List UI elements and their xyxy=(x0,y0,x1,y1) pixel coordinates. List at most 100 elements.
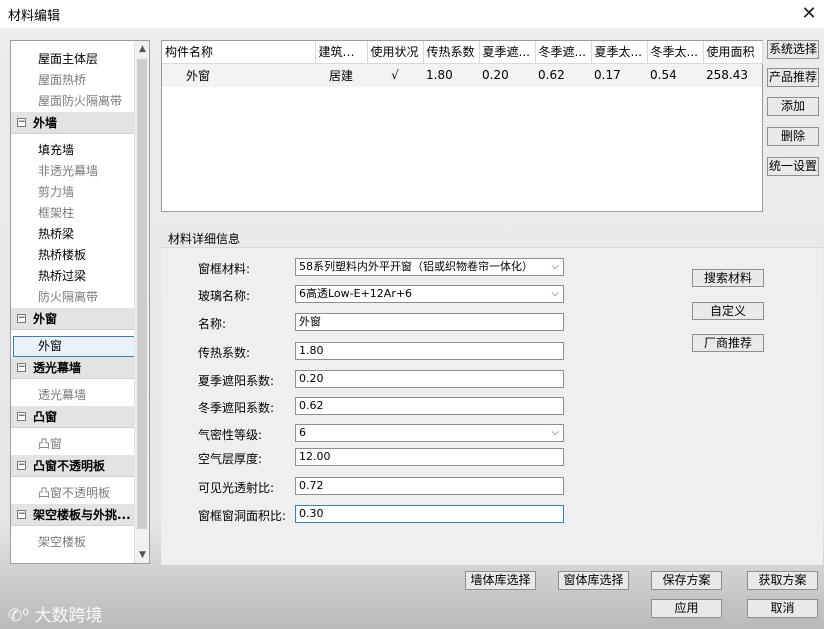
column-header[interactable]: 构件名称 xyxy=(162,41,316,64)
field-label: 名称: xyxy=(198,317,227,331)
heat-transfer-field[interactable]: 1.80 xyxy=(295,342,564,360)
tree-item[interactable]: 外窗 xyxy=(13,336,135,357)
table-cell: 258.43 xyxy=(703,63,762,87)
tree-group-label: 外墙 xyxy=(33,116,58,130)
tree-item[interactable]: 屋面防火隔离带 xyxy=(11,91,135,112)
tree-group[interactable]: − 架空楼板与外挑... xyxy=(11,504,135,526)
column-header[interactable]: 使用状况 xyxy=(367,41,424,64)
field-label: 可见光透射比: xyxy=(198,481,275,495)
save-plan-button[interactable]: 保存方案 xyxy=(651,571,722,590)
chevron-down-icon[interactable]: ⌵ xyxy=(551,286,559,302)
collapse-icon[interactable]: − xyxy=(17,412,26,421)
custom-button[interactable]: 自定义 xyxy=(692,302,764,320)
field-label: 气密性等级: xyxy=(198,428,263,442)
scroll-down-icon[interactable]: ▼ xyxy=(135,547,149,563)
glass-name-select[interactable]: 6高透Low-E+12Ar+6 ⌵ xyxy=(295,285,564,303)
tree-item[interactable]: 架空楼板 xyxy=(11,532,135,553)
column-header[interactable]: 冬季遮... xyxy=(535,41,592,64)
tree-group-label: 凸窗不透明板 xyxy=(33,459,106,473)
column-header[interactable]: 夏季遮... xyxy=(479,41,536,64)
table-cell: 0.20 xyxy=(479,63,535,87)
air-layer-field[interactable]: 12.00 xyxy=(295,448,564,466)
tree-group[interactable]: − 外窗 xyxy=(11,308,135,330)
field-value: 12.00 xyxy=(299,450,331,463)
tree-item[interactable]: 凸窗不透明板 xyxy=(11,483,135,504)
field-label: 空气层厚度: xyxy=(198,452,263,466)
collapse-icon[interactable]: − xyxy=(17,510,26,519)
add-button[interactable]: 添加 xyxy=(767,97,819,116)
visible-transmittance-field[interactable]: 0.72 xyxy=(295,477,564,495)
collapse-icon[interactable]: − xyxy=(17,363,26,372)
vendor-recommend-button[interactable]: 厂商推荐 xyxy=(692,334,764,352)
collapse-icon[interactable]: − xyxy=(17,461,26,470)
wall-library-button[interactable]: 墙体库选择 xyxy=(465,571,536,590)
table-cell: √ xyxy=(367,63,423,87)
table-cell: 外窗 xyxy=(162,63,315,87)
window-title: 材料编辑 xyxy=(8,9,61,24)
column-header[interactable]: 使用面积 xyxy=(703,41,763,64)
tree-group[interactable]: − 透光幕墙 xyxy=(11,357,135,379)
frame-material-select[interactable]: 58系列塑料内外平开窗（铝或织物卷帘一体化） ⌵ xyxy=(295,258,564,276)
name-field[interactable]: 外窗 xyxy=(295,313,564,331)
watermark-icon: ✆⁰ xyxy=(8,606,30,626)
column-header[interactable]: 建筑屋... xyxy=(315,41,368,64)
field-value: 1.80 xyxy=(299,344,324,357)
delete-button[interactable]: 删除 xyxy=(767,127,819,146)
unified-settings-button[interactable]: 统一设置 xyxy=(767,157,819,176)
get-plan-button[interactable]: 获取方案 xyxy=(747,571,818,590)
airtightness-select[interactable]: 6 ⌵ xyxy=(295,424,564,442)
tree-item[interactable]: 非透光幕墙 xyxy=(11,161,135,182)
search-material-button[interactable]: 搜索材料 xyxy=(692,269,764,287)
tree-item[interactable]: 填充墙 xyxy=(11,140,135,161)
tree-group[interactable]: − 凸窗 xyxy=(11,406,135,428)
tree-item[interactable]: 屋面热桥 xyxy=(11,70,135,91)
winter-shading-field[interactable]: 0.62 xyxy=(295,397,564,415)
watermark-logo: ✆⁰ 大数跨境 xyxy=(8,601,102,626)
tree-item[interactable]: 屋面主体层 xyxy=(11,49,135,70)
tree-group[interactable]: − 凸窗不透明板 xyxy=(11,455,135,477)
window-library-button[interactable]: 窗体库选择 xyxy=(558,571,629,590)
chevron-down-icon[interactable]: ⌵ xyxy=(551,425,559,441)
title-bar: 材料编辑 ✕ xyxy=(0,0,824,28)
table-cell: 1.80 xyxy=(423,63,479,87)
tree-item[interactable]: 凸窗 xyxy=(11,434,135,455)
field-label: 传热系数: xyxy=(198,346,251,360)
component-table: 构件名称 建筑屋... 使用状况 传热系数 夏季遮... 冬季遮... 夏季太... 冬季太.… xyxy=(161,40,763,212)
watermark-text: 大数跨境 xyxy=(34,606,103,626)
tree-item[interactable]: 热桥梁 xyxy=(11,224,135,245)
system-select-button[interactable]: 系统选择 xyxy=(767,40,819,59)
column-header[interactable]: 夏季太... xyxy=(591,41,648,64)
scroll-up-icon[interactable]: ▲ xyxy=(135,41,149,57)
field-label: 玻璃名称: xyxy=(198,289,251,303)
column-header[interactable]: 冬季太... xyxy=(647,41,704,64)
tree-group-label: 架空楼板与外挑... xyxy=(33,508,131,522)
field-label: 夏季遮阳系数: xyxy=(198,374,275,388)
tree-item[interactable]: 热桥楼板 xyxy=(11,245,135,266)
field-value: 6高透Low-E+12Ar+6 xyxy=(299,287,413,300)
chevron-down-icon[interactable]: ⌵ xyxy=(551,259,559,275)
summer-shading-field[interactable]: 0.20 xyxy=(295,370,564,388)
tree-item[interactable]: 热桥过梁 xyxy=(11,266,135,287)
table-row[interactable]: 外窗 居建 √ 1.80 0.20 0.62 0.17 0.54 258.43 xyxy=(162,63,762,87)
field-label: 窗框窗洞面积比: xyxy=(198,509,287,523)
frame-ratio-field[interactable]: 0.30 xyxy=(295,505,564,523)
field-value: 6 xyxy=(299,426,306,439)
table-cell: 0.62 xyxy=(535,63,591,87)
tree-item[interactable]: 框架柱 xyxy=(11,203,135,224)
tree-item[interactable]: 剪力墙 xyxy=(11,182,135,203)
tree-scrollbar[interactable]: ▲ ▼ xyxy=(134,41,149,563)
category-tree: 屋面主体层 屋面热桥 屋面防火隔离带 − 外墙 填充墙 非透光幕墙 剪力墙 框架柱 热桥梁 热桥楼板… xyxy=(10,40,150,564)
table-cell: 0.54 xyxy=(647,63,703,87)
tree-item[interactable]: 透光幕墙 xyxy=(11,385,135,406)
product-recommend-button[interactable]: 产品推荐 xyxy=(767,68,819,87)
collapse-icon[interactable]: − xyxy=(17,118,26,127)
close-button[interactable]: ✕ xyxy=(794,0,824,26)
tree-item[interactable]: 防火隔离带 xyxy=(11,287,135,308)
tree-group-label: 外窗 xyxy=(33,312,58,326)
collapse-icon[interactable]: − xyxy=(17,314,26,323)
cancel-button[interactable]: 取消 xyxy=(747,599,818,618)
scroll-thumb[interactable] xyxy=(137,59,147,529)
apply-button[interactable]: 应用 xyxy=(651,599,722,618)
column-header[interactable]: 传热系数 xyxy=(423,41,480,64)
tree-group[interactable]: − 外墙 xyxy=(11,112,135,134)
